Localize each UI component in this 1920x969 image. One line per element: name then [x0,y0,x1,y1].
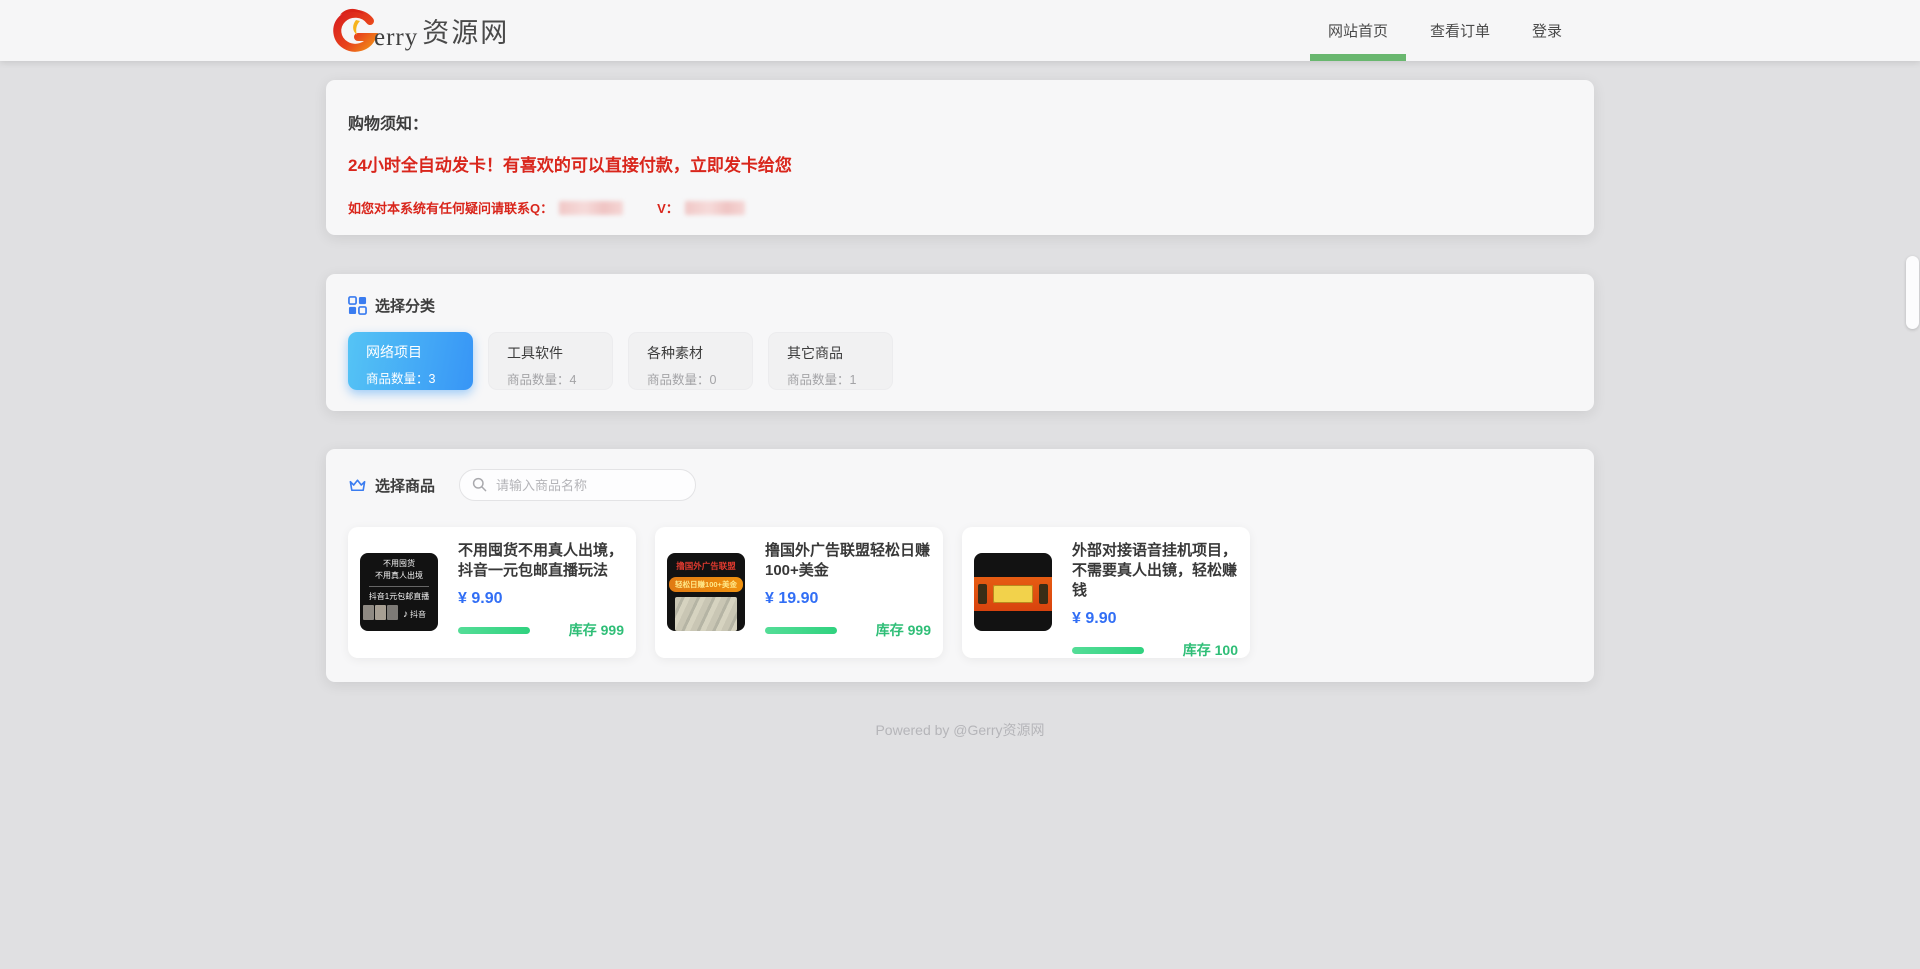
banner-image [974,577,1052,611]
thumbnail-photo-collage [363,605,398,620]
product-card-douyin[interactable]: 不用囤货 不用真人出境 抖音1元包邮直播 ♪ 抖音 不用囤货不用真人出境，抖音一… [348,527,636,658]
stock-progress-bar [458,627,530,634]
crown-icon [348,476,367,495]
scroll-graphic [993,585,1033,603]
logo-text-en: erry [374,24,418,52]
music-note-icon: ♪ [403,609,408,620]
category-list: 网络项目 商品数量：3 工具软件 商品数量：4 各种素材 商品数量：0 其它商品… [348,332,1572,390]
product-title: 外部对接语音挂机项目，不需要真人出镜，轻松赚钱 [1072,541,1238,601]
category-header: 选择分类 [348,295,1572,316]
contact-v-label: V： [657,198,679,217]
search-input[interactable] [459,469,696,501]
brand-logo[interactable]: erry 资源网 [326,0,509,61]
nav-item-orders[interactable]: 查看订单 [1430,0,1490,61]
dollar-bills-image [675,597,737,631]
nav-item-home[interactable]: 网站首页 [1328,0,1388,61]
category-tile-other[interactable]: 其它商品 商品数量：1 [768,332,893,390]
stock-count: 库存 100 [1183,640,1238,660]
stock-progress-bar [1072,647,1144,654]
notice-contact-line: 如您对本系统有任何疑问请联系Q： V： [348,198,1572,217]
product-card-ad-alliance[interactable]: 撸国外广告联盟 轻松日赚100+美金 撸国外广告联盟轻松日赚100+美金 ¥ 1… [655,527,943,658]
stock-progress-bar [765,627,837,634]
product-price: ¥ 19.90 [765,590,931,608]
navbar: erry 资源网 网站首页 查看订单 登录 [0,0,1920,61]
category-tile-materials[interactable]: 各种素材 商品数量：0 [628,332,753,390]
stock-count: 库存 999 [569,620,624,640]
category-tile-tools[interactable]: 工具软件 商品数量：4 [488,332,613,390]
product-price: ¥ 9.90 [1072,610,1238,628]
product-list: 不用囤货 不用真人出境 抖音1元包邮直播 ♪ 抖音 不用囤货不用真人出境，抖音一… [348,527,1572,658]
product-thumbnail: 不用囤货 不用真人出境 抖音1元包邮直播 ♪ 抖音 [360,553,438,631]
redacted-q-value [559,201,623,215]
products-header: 选择商品 [348,469,1572,501]
product-search [459,469,696,501]
logo-flame-g-icon [326,6,380,56]
grid-category-icon [348,296,367,315]
scrollbar-thumb[interactable] [1906,256,1919,329]
contact-q-label: 如您对本系统有任何疑问请联系Q： [348,198,553,217]
main-content: 购物须知： 24小时全自动发卡！有喜欢的可以直接付款，立即发卡给您 如您对本系统… [326,80,1594,740]
products-card: 选择商品 不用囤货 不用真人出境 抖音1元包邮直播 [326,449,1594,682]
product-thumbnail [974,553,1052,631]
product-price: ¥ 9.90 [458,590,624,608]
notice-message: 24小时全自动发卡！有喜欢的可以直接付款，立即发卡给您 [348,151,1572,176]
product-thumbnail: 撸国外广告联盟 轻松日赚100+美金 [667,553,745,631]
powered-by-text: Powered by @Gerry资源网 [875,722,1044,738]
category-tile-network[interactable]: 网络项目 商品数量：3 [348,332,473,390]
product-title: 撸国外广告联盟轻松日赚100+美金 [765,541,931,581]
products-section-title: 选择商品 [375,475,435,496]
main-nav: 网站首页 查看订单 登录 [1328,0,1594,61]
stock-count: 库存 999 [876,620,931,640]
product-card-voice-hangup[interactable]: 外部对接语音挂机项目，不需要真人出镜，轻松赚钱 ¥ 9.90 库存 100 [962,527,1250,658]
page-footer: Powered by @Gerry资源网 [326,720,1594,740]
category-card: 选择分类 网络项目 商品数量：3 工具软件 商品数量：4 各种素材 商品数量：0… [326,274,1594,411]
product-title: 不用囤货不用真人出境，抖音一元包邮直播玩法 [458,541,624,581]
search-icon [472,477,487,492]
logo-text-cn: 资源网 [422,11,509,50]
nav-item-login[interactable]: 登录 [1532,0,1562,61]
category-section-title: 选择分类 [375,295,435,316]
notice-card: 购物须知： 24小时全自动发卡！有喜欢的可以直接付款，立即发卡给您 如您对本系统… [326,80,1594,235]
notice-title: 购物须知： [348,110,1572,134]
redacted-v-value [685,201,745,215]
